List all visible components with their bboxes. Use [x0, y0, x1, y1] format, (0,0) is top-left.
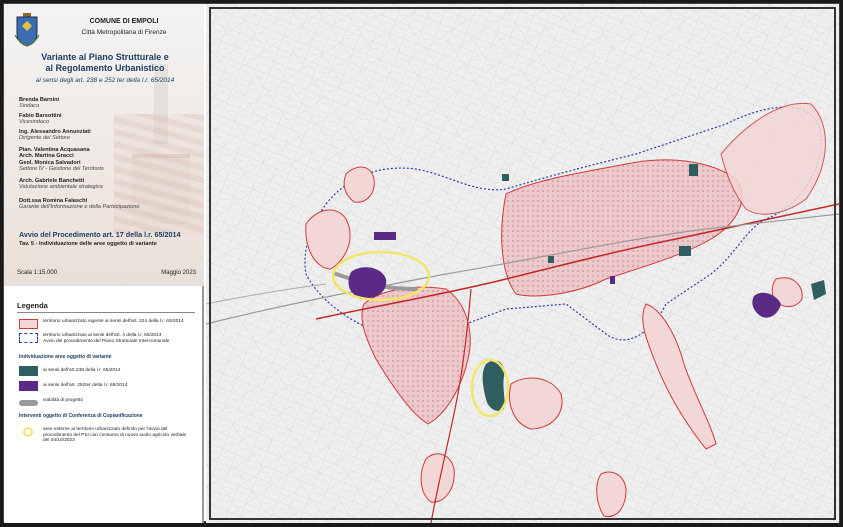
area-art238-north[interactable]: [502, 174, 509, 181]
map-canvas: [206, 4, 839, 523]
legend-section-interventi: Interventi oggetto di Conferenza di Copi…: [19, 413, 143, 419]
area-art238-center[interactable]: [548, 256, 554, 263]
legend-item-urbanizzato-vigente: territorio urbanizzato vigente ai sensi …: [19, 319, 193, 329]
person-role: Garante dell'Informazione e della Partec…: [19, 204, 140, 211]
legend: Legenda territorio urbanizzato vigente a…: [4, 288, 204, 523]
legend-text: ai sensi dell'art. 252ter della l.r. 65/…: [43, 383, 128, 388]
avvio-title: Avvio del Procedimento art. 17 della l.r…: [19, 230, 181, 239]
person-role: Vicesindaco: [19, 119, 50, 126]
person-role: Sindaco: [19, 103, 40, 110]
urban-area-nw: [343, 166, 375, 203]
person-settore: Pian. Valentina Acquasana Arch. Martina …: [19, 147, 104, 173]
purple-swatch: [19, 381, 38, 391]
legend-text: territorio urbanizzato ai sensi dell'art…: [43, 333, 193, 344]
person-vicesindaco: Fabio Barsottini Vicesindaco: [19, 113, 62, 126]
person-dirigente: Ing. Alessandro Annunziati Dirigente del…: [19, 129, 91, 142]
tavola-title: Tav. 5 - Individuazione delle aree ogget…: [19, 241, 157, 247]
legend-section-aree: Individuazione aree oggetto di variante: [19, 354, 112, 360]
pink-swatch: [19, 319, 38, 329]
double-arrow-icon: [19, 400, 38, 406]
legend-text: ai sensi dell'art.238 della l.r. 65/2014: [43, 368, 121, 373]
metro-name: Città Metropolitana di Firenze: [81, 29, 167, 36]
comune-name: COMUNE DI EMPOLI: [89, 18, 159, 25]
legend-item-viabilita: viabilità di progetto: [19, 398, 193, 406]
legend-text: aree esterne al territorio urbanizzato d…: [43, 427, 187, 444]
person-sindaco: Brenda Barnini Sindaco: [19, 97, 59, 110]
plan-title-line1: Variante al Piano Strutturale e: [41, 52, 169, 62]
yellow-ring-icon: [23, 427, 33, 437]
plan-title-line2: al Regolamento Urbanistico: [45, 63, 165, 73]
plan-subtitle: ai sensi degli art. 238 e 252 ter della …: [35, 77, 175, 84]
map-sheet: COMUNE DI EMPOLI Città Metropolitana di …: [3, 3, 840, 523]
legend-item-urbanizzato-psi: territorio urbanizzato ai sensi dell'art…: [19, 333, 193, 344]
plan-title: Variante al Piano Strutturale e al Regol…: [10, 52, 200, 74]
legend-item-art238: ai sensi dell'art.238 della l.r. 65/2014: [19, 366, 193, 376]
crest-icon: [14, 13, 40, 47]
teal-swatch: [19, 366, 38, 376]
scale-label: Scala 1:15.000: [17, 270, 58, 276]
legend-item-art252ter: ai sensi dell'art. 252ter della l.r. 65/…: [19, 381, 193, 391]
area-art238-east[interactable]: [679, 246, 691, 256]
legend-title: Legenda: [17, 301, 48, 310]
person-role: Valutazione ambientale strategica: [19, 184, 103, 191]
legend-divider: [17, 312, 195, 313]
legend-text: viabilità di progetto: [43, 398, 83, 403]
legend-item-copianificazione: aree esterne al territorio urbanizzato d…: [19, 427, 188, 444]
legend-text-line2: Avvio del procedimento del Piano Struttu…: [43, 338, 170, 344]
area-art252ter-center[interactable]: [610, 276, 615, 284]
map-area[interactable]: [206, 4, 839, 523]
person-role: Dirigente del Settore: [19, 135, 70, 142]
person-role: Settore IV - Gestione del Territorio: [19, 166, 104, 173]
person-vas: Arch. Gabriele Banchetti Valutazione amb…: [19, 178, 103, 191]
dotted-swatch: [19, 333, 38, 343]
area-art252ter-nw[interactable]: [374, 232, 396, 240]
person-garante: Dott.ssa Romina Falaschi Garante dell'In…: [19, 198, 139, 211]
legend-text-line1: territorio urbanizzato ai sensi dell'art…: [43, 333, 162, 338]
area-art238-ne[interactable]: [689, 164, 698, 176]
title-block: COMUNE DI EMPOLI Città Metropolitana di …: [4, 4, 204, 286]
title-panel: COMUNE DI EMPOLI Città Metropolitana di …: [4, 4, 204, 523]
legend-text: territorio urbanizzato vigente ai sensi …: [43, 319, 184, 324]
date-label: Maggio 2023: [161, 270, 196, 276]
